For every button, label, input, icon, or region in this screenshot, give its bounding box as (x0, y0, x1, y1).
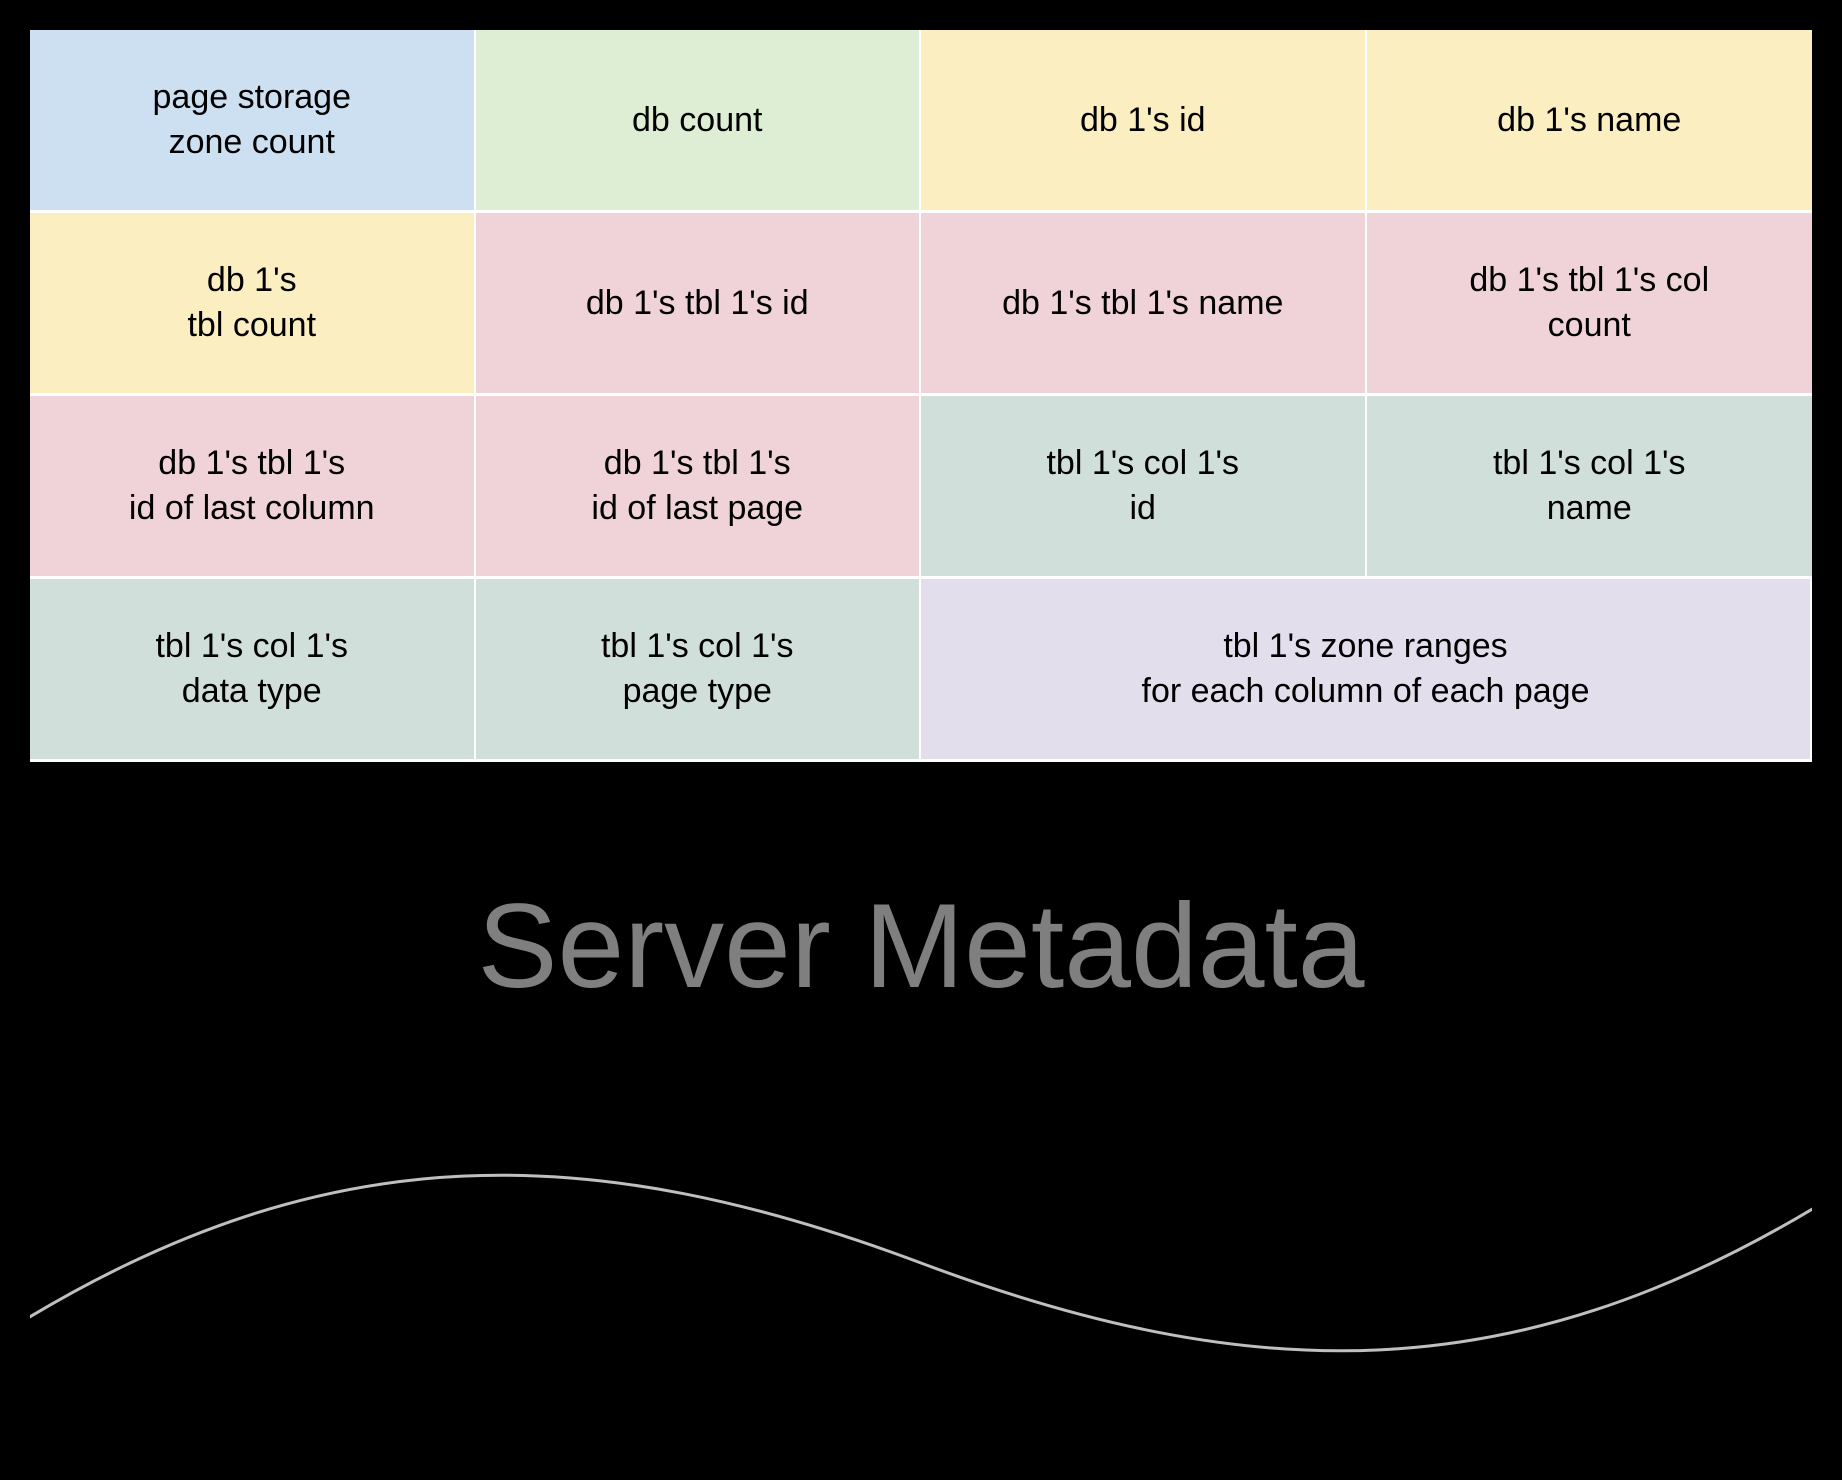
cell-db1-name: db 1's name (1367, 30, 1813, 213)
cell-page-storage-zone-count: page storage zone count (30, 30, 476, 213)
cell-tbl1-col1-name: tbl 1's col 1's name (1367, 396, 1813, 579)
cell-db-count: db count (476, 30, 922, 213)
cell-db1-tbl1-col-count: db 1's tbl 1's col count (1367, 213, 1813, 396)
footer-title: Server Metadata (477, 877, 1364, 1015)
cell-tbl1-col1-data-type: tbl 1's col 1's data type (30, 579, 476, 762)
metadata-grid: page storage zone count db count db 1's … (30, 30, 1812, 762)
cell-db1-tbl1-last-page-id: db 1's tbl 1's id of last page (476, 396, 922, 579)
cell-db1-tbl1-id: db 1's tbl 1's id (476, 213, 922, 396)
diagram-footer: Server Metadata (30, 762, 1812, 1396)
server-metadata-diagram: page storage zone count db count db 1's … (28, 28, 1814, 1398)
torn-edge (28, 1088, 1814, 1398)
cell-tbl1-col1-id: tbl 1's col 1's id (921, 396, 1367, 579)
cell-tbl1-col1-page-type: tbl 1's col 1's page type (476, 579, 922, 762)
cell-db1-tbl1-name: db 1's tbl 1's name (921, 213, 1367, 396)
cell-db1-tbl1-last-column-id: db 1's tbl 1's id of last column (30, 396, 476, 579)
cell-db1-id: db 1's id (921, 30, 1367, 213)
cell-db1-tbl-count: db 1's tbl count (30, 213, 476, 396)
cell-tbl1-zone-ranges: tbl 1's zone ranges for each column of e… (921, 579, 1812, 762)
